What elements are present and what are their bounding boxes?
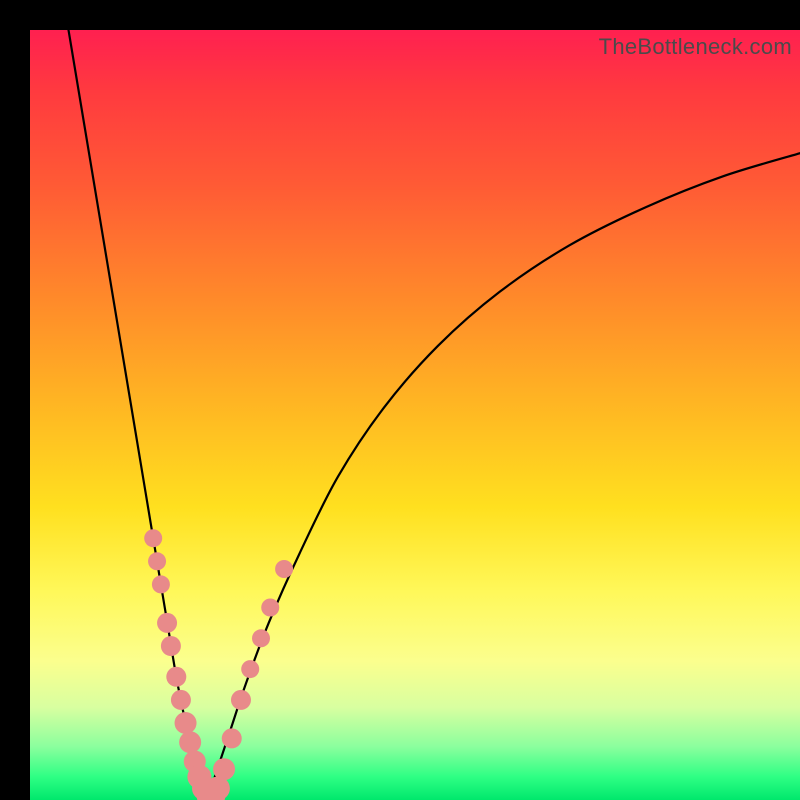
sample-point xyxy=(152,575,170,593)
sample-points xyxy=(144,529,293,800)
sample-point xyxy=(206,776,230,800)
sample-point xyxy=(275,560,293,578)
sample-point xyxy=(222,728,242,748)
sample-point xyxy=(231,690,251,710)
sample-point xyxy=(175,712,197,734)
sample-point xyxy=(161,636,181,656)
sample-point xyxy=(241,660,259,678)
sample-point xyxy=(171,690,191,710)
sample-point xyxy=(213,758,235,780)
plot-area: TheBottleneck.com xyxy=(30,30,800,800)
sample-point xyxy=(179,731,201,753)
curve-right-branch xyxy=(207,153,800,800)
sample-point xyxy=(148,552,166,570)
sample-point xyxy=(261,599,279,617)
curve-layer xyxy=(30,30,800,800)
sample-point xyxy=(157,613,177,633)
curve-left-branch xyxy=(69,30,208,800)
sample-point xyxy=(144,529,162,547)
sample-point xyxy=(252,629,270,647)
chart-frame: TheBottleneck.com xyxy=(0,0,800,800)
sample-point xyxy=(166,667,186,687)
